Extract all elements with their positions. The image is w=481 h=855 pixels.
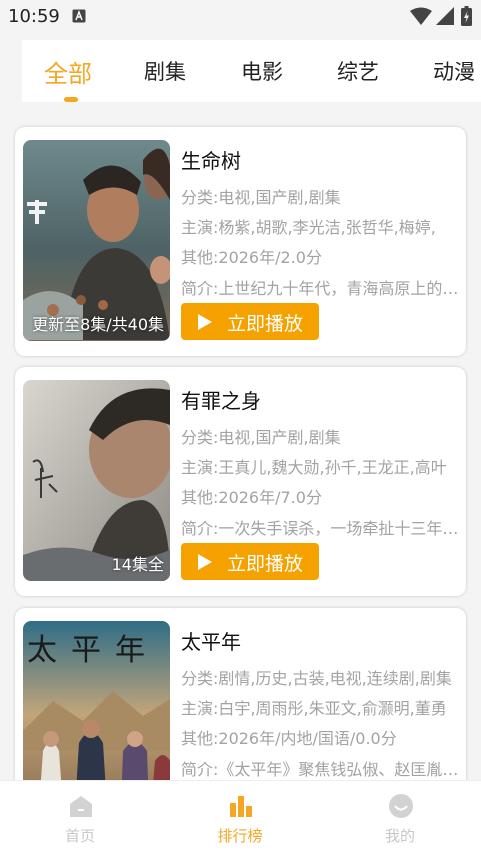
video-category: 分类:剧情,历史,古装,电视,连续剧,剧集 [181, 669, 452, 688]
tab-series[interactable]: 剧集 [144, 56, 186, 86]
nav-home-label: 首页 [64, 827, 95, 845]
tab-active-indicator [64, 97, 78, 102]
video-card[interactable]: 更新至8集/共40集 生命树 分类:电视,国产剧,剧集 主演:杨紫,胡歌,李光洁… [15, 127, 466, 356]
bottom-nav: 首页 排行榜 我的 [0, 780, 481, 855]
play-now-label: 立即播放 [227, 553, 304, 575]
nav-home[interactable]: 首页 [30, 781, 130, 855]
ranking-icon [230, 796, 252, 817]
play-now-button[interactable]: 立即播放 [181, 303, 319, 340]
video-card[interactable]: 太平年 太平年 分类:剧情,历史,古装,电视,连续剧,剧集 主演:白宇,周雨彤,… [15, 608, 466, 808]
poster-image[interactable]: 更新至8集/共40集 [23, 140, 170, 341]
tab-variety[interactable]: 综艺 [337, 56, 379, 86]
tab-anime[interactable]: 动漫 [433, 56, 475, 86]
video-category: 分类:电视,国产剧,剧集 [181, 428, 341, 447]
video-other: 其他:2026年/2.0分 [181, 248, 322, 267]
play-icon [198, 554, 212, 570]
play-icon [198, 314, 212, 330]
profile-icon [389, 794, 413, 818]
nav-ranking[interactable]: 排行榜 [190, 781, 290, 855]
status-time: 10:59 [8, 6, 60, 27]
nav-ranking-label: 排行榜 [217, 827, 263, 845]
battery-icon [461, 6, 472, 26]
video-cast: 主演:王真儿,魏大勋,孙千,王龙正,高叶 [181, 458, 447, 477]
video-card[interactable]: 14集全 有罪之身 分类:电视,国产剧,剧集 主演:王真儿,魏大勋,孙千,王龙正… [15, 367, 466, 596]
signal-icon [436, 7, 454, 25]
poster-title-text: 太平年 [27, 633, 159, 668]
episode-badge: 14集全 [111, 555, 164, 574]
notification-icon [72, 9, 86, 23]
video-intro: 简介:《太平年》聚焦钱弘俶、赵匡胤等人物 [181, 760, 466, 779]
tab-movies[interactable]: 电影 [241, 56, 283, 86]
wifi-icon [410, 7, 432, 25]
play-now-button[interactable]: 立即播放 [181, 543, 319, 580]
video-other: 其他:2026年/7.0分 [181, 488, 322, 507]
poster-image[interactable]: 14集全 [23, 380, 170, 581]
play-now-label: 立即播放 [227, 313, 304, 335]
video-title[interactable]: 太平年 [181, 626, 241, 655]
video-category: 分类:电视,国产剧,剧集 [181, 188, 341, 207]
video-intro: 简介:一次失手误杀，一场牵扯十三年的罪案 [181, 519, 466, 538]
category-tabs: 全部 剧集 电影 综艺 动漫 [22, 40, 481, 102]
video-cast: 主演:杨紫,胡歌,李光洁,张哲华,梅婷, [181, 218, 436, 237]
video-title[interactable]: 生命树 [181, 145, 241, 174]
nav-profile[interactable]: 我的 [350, 781, 450, 855]
home-icon [70, 796, 92, 817]
video-intro: 简介:上世纪九十年代，青海高原上的可可西里 [181, 279, 466, 298]
status-bar: 10:59 [0, 0, 481, 34]
tab-all[interactable]: 全部 [44, 54, 92, 89]
episode-badge: 更新至8集/共40集 [32, 315, 164, 334]
nav-profile-label: 我的 [384, 827, 415, 845]
video-cast: 主演:白宇,周雨彤,朱亚文,俞灏明,董勇 [181, 699, 447, 718]
video-title[interactable]: 有罪之身 [181, 385, 261, 414]
video-other: 其他:2026年/内地/国语/0.0分 [181, 729, 397, 748]
